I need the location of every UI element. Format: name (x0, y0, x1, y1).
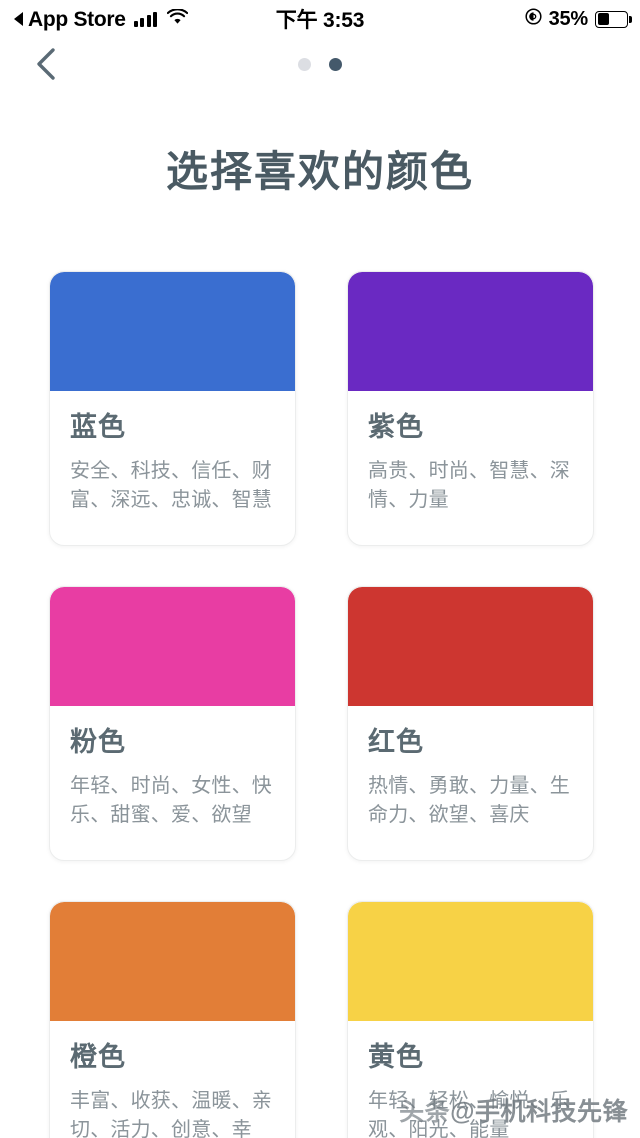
battery-icon (595, 10, 632, 28)
status-bar-right: 35% (525, 7, 632, 31)
color-description-label: 年轻、时尚、女性、快乐、甜蜜、爱、欲望 (70, 774, 272, 826)
color-description-label: 热情、勇敢、力量、生命力、欲望、喜庆 (368, 774, 570, 826)
color-swatch-blue (50, 272, 295, 391)
page-indicator-dots[interactable] (0, 58, 640, 71)
color-card-body: 红色 热情、勇敢、力量、生命力、欲望、喜庆 (348, 706, 593, 830)
color-description-label: 丰富、收获、温暖、亲切、活力、创意、幸 (70, 1089, 272, 1138)
color-card-body: 紫色 高贵、时尚、智慧、深情、力量 (348, 391, 593, 515)
color-name-label: 紫色 (368, 412, 424, 442)
page-dot-2[interactable] (329, 58, 342, 71)
color-description-label: 年轻、轻松、愉悦、乐观、阳光、能量 (368, 1089, 570, 1138)
color-card-orange[interactable]: 橙色 丰富、收获、温暖、亲切、活力、创意、幸 (49, 901, 296, 1138)
color-card-blue[interactable]: 蓝色 安全、科技、信任、财富、深远、忠诚、智慧 (49, 271, 296, 546)
color-card-pink[interactable]: 粉色 年轻、时尚、女性、快乐、甜蜜、爱、欲望 (49, 586, 296, 861)
app-screen: App Store 下午 3:53 35% 选择喜欢的颜色 蓝色 安全、科技、信… (0, 0, 640, 1138)
color-swatch-red (348, 587, 593, 706)
color-name-label: 黄色 (368, 1042, 424, 1072)
color-name-label: 粉色 (70, 727, 126, 757)
color-card-body: 蓝色 安全、科技、信任、财富、深远、忠诚、智慧 (50, 391, 295, 515)
color-name-label: 蓝色 (70, 412, 126, 442)
navigation-bar (0, 40, 640, 92)
color-description-label: 高贵、时尚、智慧、深情、力量 (368, 459, 570, 511)
color-swatch-pink (50, 587, 295, 706)
color-swatch-purple (348, 272, 593, 391)
battery-percentage-label: 35% (548, 7, 589, 30)
color-card-red[interactable]: 红色 热情、勇敢、力量、生命力、欲望、喜庆 (347, 586, 594, 861)
color-card-body: 橙色 丰富、收获、温暖、亲切、活力、创意、幸 (50, 1021, 295, 1138)
color-card-purple[interactable]: 紫色 高贵、时尚、智慧、深情、力量 (347, 271, 594, 546)
color-card-yellow[interactable]: 黄色 年轻、轻松、愉悦、乐观、阳光、能量 (347, 901, 594, 1138)
color-card-body: 粉色 年轻、时尚、女性、快乐、甜蜜、爱、欲望 (50, 706, 295, 830)
status-bar: App Store 下午 3:53 35% (0, 0, 640, 38)
color-description-label: 安全、科技、信任、财富、深远、忠诚、智慧 (70, 459, 272, 511)
color-swatch-orange (50, 902, 295, 1021)
page-dot-1[interactable] (298, 58, 311, 71)
color-name-label: 红色 (368, 727, 424, 757)
color-card-grid: 蓝色 安全、科技、信任、财富、深远、忠诚、智慧 紫色 高贵、时尚、智慧、深情、力… (49, 271, 594, 1138)
color-name-label: 橙色 (70, 1042, 126, 1072)
page-title: 选择喜欢的颜色 (165, 148, 474, 195)
color-swatch-yellow (348, 902, 593, 1021)
color-card-body: 黄色 年轻、轻松、愉悦、乐观、阳光、能量 (348, 1021, 593, 1138)
location-services-icon (525, 8, 542, 30)
